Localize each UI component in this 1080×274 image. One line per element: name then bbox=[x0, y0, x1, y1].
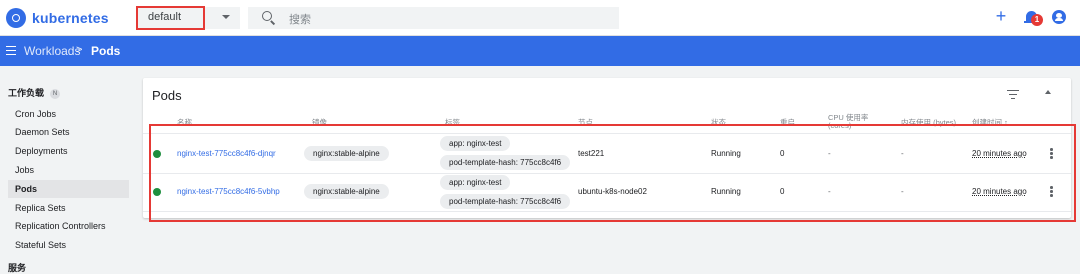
chevron-down-icon bbox=[222, 15, 230, 19]
sidebar-item-replica-sets[interactable]: Replica Sets bbox=[8, 199, 129, 217]
sidebar-item-stateful-sets[interactable]: Stateful Sets bbox=[8, 236, 129, 254]
hamburger-menu-icon[interactable] bbox=[6, 46, 16, 55]
breadcrumb-bar: Workloads > Pods bbox=[0, 36, 1080, 66]
sidebar-item-daemon-sets[interactable]: Daemon Sets bbox=[8, 123, 129, 141]
sidebar-section-workloads[interactable]: 工作负载 N bbox=[8, 86, 61, 99]
search-icon bbox=[262, 11, 272, 21]
logo-text: kubernetes bbox=[32, 10, 109, 26]
sidebar-item-jobs[interactable]: Jobs bbox=[8, 161, 129, 179]
sidebar-section-title: 工作负载 bbox=[8, 88, 45, 98]
sidebar-section-services[interactable]: 服务 bbox=[8, 261, 26, 274]
chevron-right-icon: > bbox=[76, 44, 83, 56]
search-placeholder: 搜索 bbox=[289, 14, 311, 26]
sidebar-item-replication-controllers[interactable]: Replication Controllers bbox=[8, 217, 129, 235]
sidebar-item-deployments[interactable]: Deployments bbox=[8, 142, 129, 160]
namespace-annotation-box bbox=[136, 6, 205, 30]
breadcrumb-workloads[interactable]: Workloads bbox=[24, 44, 80, 58]
kubernetes-wheel-icon bbox=[6, 8, 26, 28]
sidebar: 工作负载 N Cron Jobs Daemon Sets Deployments … bbox=[0, 66, 133, 274]
collapse-icon[interactable] bbox=[1045, 90, 1051, 94]
notification-count-badge: 1 bbox=[1031, 14, 1043, 26]
account-icon[interactable] bbox=[1052, 10, 1066, 24]
namespaced-badge: N bbox=[50, 88, 61, 99]
create-resource-button[interactable]: + bbox=[992, 7, 1010, 26]
search-input[interactable]: 搜索 bbox=[248, 7, 619, 29]
breadcrumb-pods: Pods bbox=[91, 44, 121, 58]
kubernetes-logo[interactable]: kubernetes bbox=[6, 8, 109, 28]
top-bar: kubernetes default 搜索 + 1 bbox=[0, 0, 1080, 36]
sidebar-item-pods[interactable]: Pods bbox=[8, 180, 129, 198]
table-annotation-box bbox=[149, 124, 1076, 222]
card-title: Pods bbox=[152, 88, 182, 103]
sidebar-item-cron-jobs[interactable]: Cron Jobs bbox=[8, 105, 129, 123]
filter-icon[interactable] bbox=[1007, 90, 1019, 100]
